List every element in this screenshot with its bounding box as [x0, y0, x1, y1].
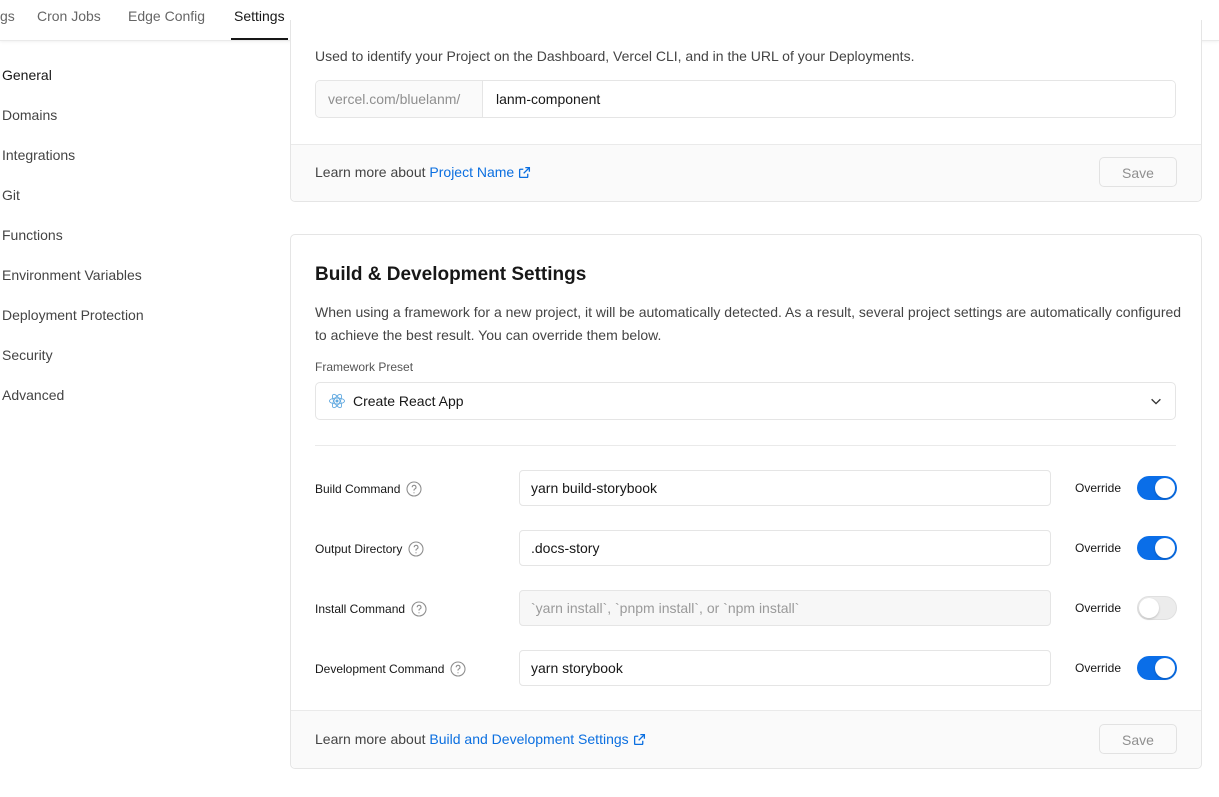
- build-settings-footer-text: Learn more about Build and Development S…: [315, 731, 646, 749]
- output-directory-label-text: Output Directory: [315, 542, 403, 556]
- build-settings-link-label: Build and Development Settings: [429, 731, 629, 747]
- build-settings-footer: Learn more about Build and Development S…: [291, 710, 1201, 768]
- install-command-label-text: Install Command: [315, 602, 406, 616]
- project-name-docs-link[interactable]: Project Name: [429, 164, 531, 180]
- sidebar-item-functions[interactable]: Functions: [2, 227, 63, 243]
- project-name-description: Used to identify your Project on the Das…: [315, 48, 915, 64]
- sidebar-item-advanced[interactable]: Advanced: [2, 387, 64, 403]
- project-name-footer-text: Learn more about Project Name: [315, 164, 531, 182]
- framework-preset-select[interactable]: Create React App: [315, 382, 1176, 420]
- build-settings-description: When using a framework for a new project…: [315, 304, 1182, 343]
- project-name-input[interactable]: [484, 81, 1175, 117]
- framework-preset-label: Framework Preset: [315, 360, 414, 374]
- project-name-link-label: Project Name: [429, 164, 515, 180]
- toggle-knob: [1155, 478, 1175, 498]
- build-command-label: Build Command: [315, 481, 422, 500]
- development-command-override-toggle[interactable]: [1137, 656, 1177, 680]
- project-name-field: vercel.com/bluelanm/: [315, 80, 1176, 118]
- build-command-label-text: Build Command: [315, 482, 401, 496]
- build-command-input[interactable]: [519, 470, 1051, 506]
- build-settings-docs-link[interactable]: Build and Development Settings: [429, 731, 645, 747]
- toggle-knob: [1155, 538, 1175, 558]
- development-command-label: Development Command: [315, 661, 466, 680]
- output-directory-override-toggle[interactable]: [1137, 536, 1177, 560]
- footer-learn-more: Learn more about: [315, 731, 430, 747]
- framework-preset-value: Create React App: [353, 393, 464, 409]
- tab-partial[interactable]: gs: [0, 0, 15, 40]
- install-command-override-toggle[interactable]: [1137, 596, 1177, 620]
- output-directory-override-label: Override: [1075, 541, 1122, 555]
- sidebar-item-integrations[interactable]: Integrations: [2, 147, 75, 163]
- output-directory-input[interactable]: [519, 530, 1051, 566]
- toggle-knob: [1139, 598, 1159, 618]
- sidebar-item-deployment-protection[interactable]: Deployment Protection: [2, 307, 144, 323]
- sidebar-item-general[interactable]: General: [2, 67, 52, 83]
- build-settings-save-button[interactable]: Save: [1099, 724, 1177, 754]
- sidebar-item-git[interactable]: Git: [2, 187, 20, 203]
- development-command-label-text: Development Command: [315, 662, 445, 676]
- sidebar-item-security[interactable]: Security: [2, 347, 53, 363]
- section-divider: [315, 445, 1176, 446]
- external-link-icon: [633, 733, 646, 749]
- development-command-override-label: Override: [1075, 661, 1122, 675]
- url-prefix: vercel.com/bluelanm/: [316, 81, 483, 117]
- help-icon[interactable]: [406, 481, 422, 500]
- install-command-input[interactable]: [519, 590, 1051, 626]
- build-command-override-label: Override: [1075, 481, 1122, 495]
- development-command-input[interactable]: [519, 650, 1051, 686]
- project-name-footer: Learn more about Project Name Save: [291, 144, 1201, 201]
- help-icon[interactable]: [408, 541, 424, 560]
- external-link-icon: [518, 166, 531, 182]
- tab-edge-config[interactable]: Edge Config: [128, 0, 205, 40]
- chevron-down-icon: [1149, 394, 1163, 411]
- help-icon[interactable]: [450, 661, 466, 680]
- output-directory-label: Output Directory: [315, 541, 424, 560]
- build-command-override-toggle[interactable]: [1137, 476, 1177, 500]
- project-name-card: Used to identify your Project on the Das…: [290, 20, 1202, 202]
- tab-settings[interactable]: Settings: [231, 0, 288, 40]
- install-command-label: Install Command: [315, 601, 427, 620]
- build-settings-title: Build & Development Settings: [315, 264, 587, 285]
- sidebar-item-domains[interactable]: Domains: [2, 107, 57, 123]
- react-icon: [328, 392, 346, 413]
- help-icon[interactable]: [411, 601, 427, 620]
- sidebar-item-environment-variables[interactable]: Environment Variables: [2, 267, 142, 283]
- toggle-knob: [1155, 658, 1175, 678]
- install-command-override-label: Override: [1075, 601, 1122, 615]
- footer-learn-more: Learn more about: [315, 164, 430, 180]
- project-name-save-button[interactable]: Save: [1099, 157, 1177, 187]
- build-settings-card: Build & Development Settings When using …: [290, 234, 1202, 769]
- tab-cron-jobs[interactable]: Cron Jobs: [37, 0, 101, 40]
